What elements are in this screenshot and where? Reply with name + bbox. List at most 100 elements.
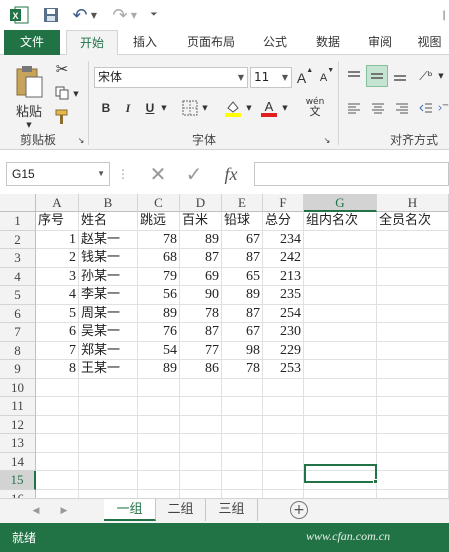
add-sheet-button[interactable]: + — [290, 501, 308, 519]
row-header[interactable]: 10 — [0, 378, 36, 397]
active-cell-selection[interactable] — [304, 464, 377, 483]
sheet-tab-group2[interactable]: 二组 — [156, 499, 206, 521]
table-cell[interactable]: 铅球 — [222, 212, 263, 231]
table-cell[interactable]: 69 — [180, 268, 222, 287]
table-cell[interactable]: 65 — [222, 268, 263, 287]
underline-dropdown-icon[interactable]: ▼ — [160, 103, 168, 113]
table-cell[interactable]: 姓名 — [79, 212, 138, 231]
table-cell[interactable]: 8 — [36, 360, 79, 379]
paste-dropdown-icon[interactable]: ▼ — [24, 121, 34, 129]
column-header[interactable]: E — [222, 194, 263, 212]
table-cell[interactable]: 213 — [263, 268, 304, 287]
row-header[interactable]: 13 — [0, 434, 36, 453]
underline-button[interactable]: U — [140, 97, 160, 119]
column-header[interactable]: G — [304, 194, 377, 212]
orientation-icon[interactable]: ⟋ᵇ — [414, 65, 438, 87]
align-middle-icon[interactable] — [366, 65, 388, 87]
row-header[interactable]: 15 — [0, 471, 36, 490]
tab-page-layout[interactable]: 页面布局 — [176, 30, 246, 55]
row-header[interactable]: 4 — [0, 267, 36, 286]
column-header[interactable]: H — [377, 194, 449, 212]
table-cell[interactable]: 76 — [138, 323, 180, 342]
table-cell[interactable]: 总分 — [263, 212, 304, 231]
font-family-select[interactable]: 宋体 ▼ — [94, 67, 248, 88]
font-launcher-icon[interactable]: ↘ — [322, 135, 332, 145]
tab-insert[interactable]: 插入 — [122, 30, 168, 55]
row-header[interactable]: 6 — [0, 304, 36, 323]
table-cell[interactable]: 98 — [222, 342, 263, 361]
table-cell[interactable]: 5 — [36, 305, 79, 324]
row-header[interactable]: 7 — [0, 323, 36, 342]
table-cell[interactable]: 90 — [180, 286, 222, 305]
fill-color-icon[interactable] — [222, 97, 244, 119]
redo-dropdown-icon[interactable]: ▼ — [129, 5, 139, 25]
save-icon[interactable] — [40, 5, 62, 25]
table-cell[interactable]: 87 — [180, 323, 222, 342]
column-header[interactable]: F — [263, 194, 304, 212]
table-cell[interactable]: 78 — [222, 360, 263, 379]
row-header[interactable]: 9 — [0, 360, 36, 379]
orientation-dropdown-icon[interactable]: ▼ — [437, 71, 445, 81]
column-header[interactable]: C — [138, 194, 180, 212]
increase-font-size-button[interactable]: A ▲ — [296, 67, 314, 88]
decrease-indent-icon[interactable] — [416, 97, 436, 119]
table-cell[interactable]: 242 — [263, 249, 304, 268]
table-cell[interactable]: 54 — [138, 342, 180, 361]
table-cell[interactable]: 253 — [263, 360, 304, 379]
table-cell[interactable]: 全员名次 — [377, 212, 449, 231]
formula-input[interactable] — [254, 162, 449, 186]
bold-button[interactable]: B — [96, 97, 116, 119]
decrease-font-size-button[interactable]: A ▼ — [318, 67, 336, 88]
table-cell[interactable]: 89 — [138, 305, 180, 324]
table-cell[interactable]: 89 — [180, 231, 222, 250]
row-header[interactable]: 11 — [0, 397, 36, 416]
table-cell[interactable]: 周某一 — [79, 305, 138, 324]
table-cell[interactable]: 序号 — [36, 212, 79, 231]
align-top-icon[interactable] — [344, 65, 364, 87]
row-header[interactable]: 2 — [0, 230, 36, 249]
scroll-left-icon[interactable]: ◀ — [30, 502, 42, 520]
sheet-tab-group1[interactable]: 一组 — [104, 499, 156, 521]
column-header[interactable]: A — [36, 194, 79, 212]
sheet-tab-group3[interactable]: 三组 — [206, 499, 258, 521]
table-cell[interactable]: 78 — [138, 231, 180, 250]
table-cell[interactable]: 2 — [36, 249, 79, 268]
row-header[interactable]: 12 — [0, 415, 36, 434]
column-header[interactable]: B — [79, 194, 138, 212]
table-cell[interactable]: 79 — [138, 268, 180, 287]
table-cell[interactable]: 跳远 — [138, 212, 180, 231]
tab-home[interactable]: 开始 — [66, 30, 118, 56]
table-cell[interactable]: 3 — [36, 268, 79, 287]
table-cell[interactable]: 吴某一 — [79, 323, 138, 342]
fill-handle[interactable] — [373, 479, 378, 484]
align-left-icon[interactable] — [344, 97, 364, 119]
table-cell[interactable]: 67 — [222, 323, 263, 342]
cancel-icon[interactable]: ✕ — [144, 162, 172, 186]
align-bottom-icon[interactable] — [390, 65, 410, 87]
table-cell[interactable]: 王某一 — [79, 360, 138, 379]
align-right-icon[interactable] — [392, 97, 412, 119]
table-cell[interactable]: 77 — [180, 342, 222, 361]
select-all-corner[interactable] — [0, 194, 36, 212]
table-cell[interactable]: 68 — [138, 249, 180, 268]
table-cell[interactable]: 78 — [180, 305, 222, 324]
table-cell[interactable]: 230 — [263, 323, 304, 342]
table-cell[interactable]: 郑某一 — [79, 342, 138, 361]
table-cell[interactable]: 254 — [263, 305, 304, 324]
enter-icon[interactable]: ✓ — [180, 162, 208, 186]
table-cell[interactable]: 87 — [222, 249, 263, 268]
column-header[interactable]: D — [180, 194, 222, 212]
spreadsheet-grid[interactable]: ABCDEFGH 12345678910111213141516 序号姓名跳远百… — [0, 194, 449, 508]
insert-function-icon[interactable]: fx — [216, 162, 246, 186]
phonetic-guide-button[interactable]: wén 文 — [300, 95, 330, 119]
table-cell[interactable]: 229 — [263, 342, 304, 361]
table-cell[interactable]: 86 — [180, 360, 222, 379]
align-center-icon[interactable] — [368, 97, 388, 119]
format-painter-icon[interactable] — [52, 107, 72, 127]
increase-indent-icon[interactable] — [438, 97, 449, 119]
table-cell[interactable]: 钱某一 — [79, 249, 138, 268]
scroll-right-icon[interactable]: ▶ — [58, 502, 70, 520]
table-cell[interactable]: 234 — [263, 231, 304, 250]
table-cell[interactable]: 87 — [222, 305, 263, 324]
fill-color-dropdown-icon[interactable]: ▼ — [245, 103, 253, 113]
